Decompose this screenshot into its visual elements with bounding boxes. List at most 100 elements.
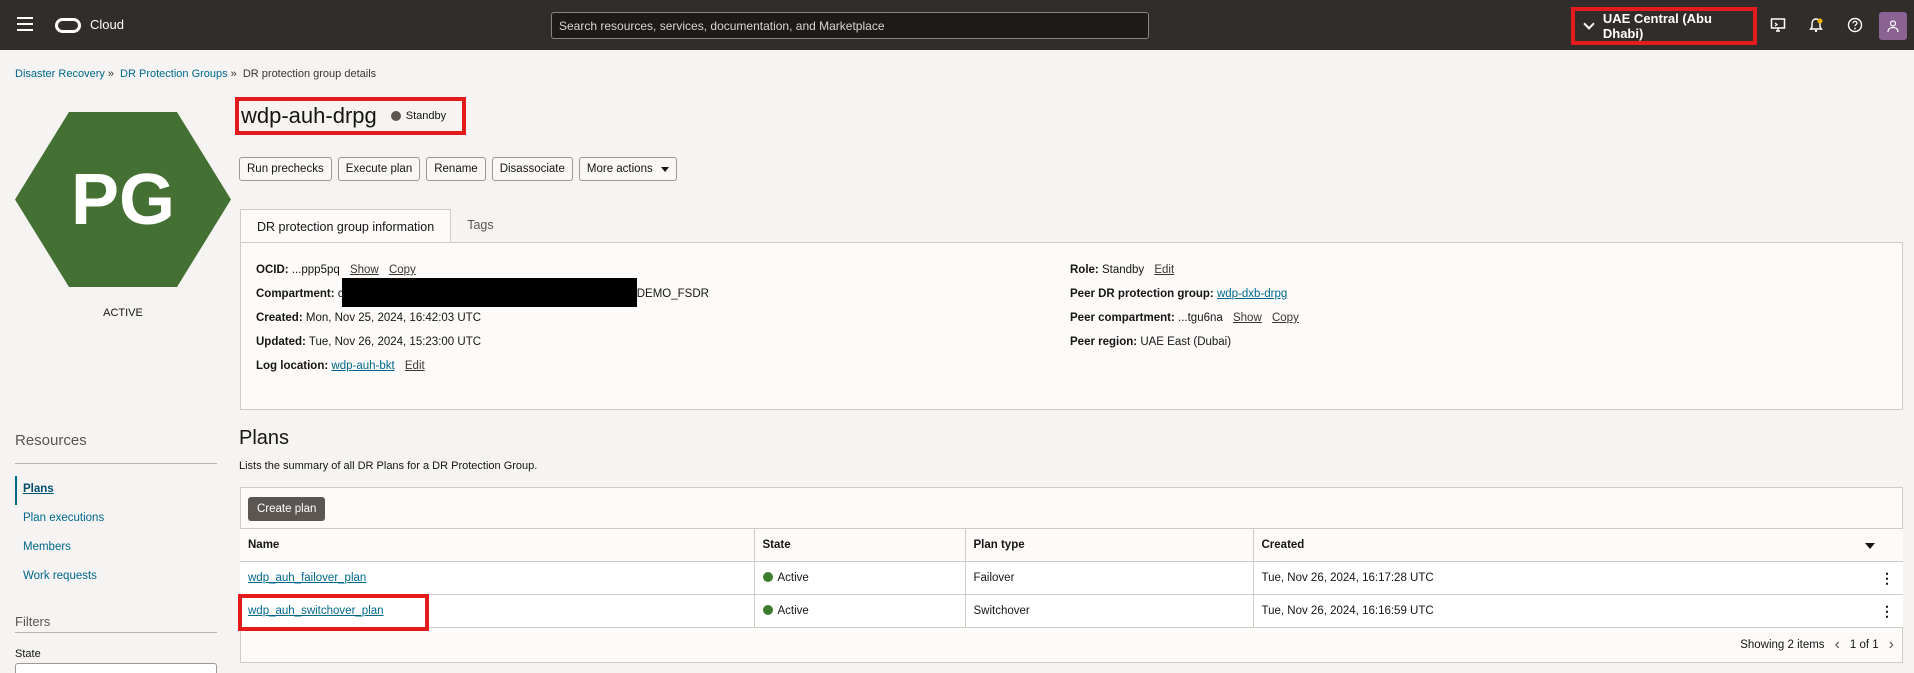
- region-selector[interactable]: UAE Central (Abu Dhabi): [1571, 7, 1757, 45]
- peer-compartment-copy-link[interactable]: Copy: [1272, 312, 1299, 324]
- role-value: Standby: [1101, 264, 1145, 276]
- previous-page-icon[interactable]: ‹: [1835, 636, 1840, 654]
- sidebar-item-work-requests[interactable]: Work requests: [15, 563, 104, 592]
- role-edit-link[interactable]: Edit: [1154, 264, 1174, 276]
- more-actions-button[interactable]: More actions: [578, 157, 677, 181]
- tab-tags[interactable]: Tags: [451, 208, 509, 242]
- status-dot-icon: [390, 111, 401, 121]
- next-page-icon[interactable]: ›: [1889, 636, 1894, 654]
- sidebar-item-plan-executions[interactable]: Plan executions: [15, 505, 104, 534]
- pagination: Showing 2 items ‹ 1 of 1 ›: [1740, 636, 1894, 654]
- tab-dr-protection-group-information[interactable]: DR protection group information: [240, 209, 452, 243]
- column-header-state[interactable]: State: [754, 528, 966, 562]
- run-prechecks-button[interactable]: Run prechecks: [239, 157, 332, 181]
- rename-button[interactable]: Rename: [426, 157, 486, 181]
- more-actions-label: More actions: [586, 163, 653, 175]
- log-location-row: Log location: wdp-auh-bkt Edit: [256, 360, 425, 372]
- plan-state: Active: [777, 572, 809, 584]
- breadcrumb-dr-protection-groups[interactable]: DR Protection Groups: [120, 68, 228, 80]
- info-panel: OCID: ...ppp5pq Show Copy Compartment: c…: [240, 242, 1903, 410]
- plans-heading: Plans: [239, 427, 290, 449]
- resources-heading: Resources: [15, 432, 87, 449]
- created-row: Created: Mon, Nov 25, 2024, 16:42:03 UTC: [256, 312, 481, 324]
- tab-bar: DR protection group information Tags: [240, 208, 510, 243]
- active-status-icon: [762, 572, 773, 582]
- peer-group-link[interactable]: wdp-dxb-drpg: [1217, 288, 1287, 300]
- help-icon[interactable]: [1847, 17, 1863, 33]
- plan-type: Switchover: [965, 594, 1254, 628]
- page-indicator: 1 of 1: [1849, 639, 1879, 651]
- filters-heading: Filters: [15, 614, 51, 629]
- brand-label[interactable]: Cloud: [90, 17, 124, 32]
- table-row: wdp_auh_failover_plan Active Failover Tu…: [240, 561, 1903, 595]
- user-icon[interactable]: [1879, 12, 1907, 40]
- column-header-plan-type[interactable]: Plan type: [965, 528, 1254, 562]
- row-actions-icon[interactable]: ⋮: [1880, 604, 1894, 618]
- compartment-label: Compartment:: [256, 288, 335, 300]
- plan-name-link[interactable]: wdp_auh_failover_plan: [248, 572, 366, 584]
- column-header-name[interactable]: Name: [240, 528, 755, 562]
- ocid-row: OCID: ...ppp5pq Show Copy: [256, 264, 416, 276]
- updated-value: Tue, Nov 26, 2024, 15:23:00 UTC: [308, 336, 482, 348]
- item-count: Showing 2 items: [1740, 639, 1825, 651]
- create-plan-button[interactable]: Create plan: [248, 497, 326, 521]
- table-row: wdp_auh_switchover_plan Active Switchove…: [240, 594, 1903, 628]
- status-badge-label: Standby: [405, 110, 447, 122]
- breadcrumb: Disaster Recovery» DR Protection Groups»…: [15, 68, 377, 80]
- ocid-show-link[interactable]: Show: [350, 264, 379, 276]
- log-location-edit-link[interactable]: Edit: [405, 360, 425, 372]
- log-location-link[interactable]: wdp-auh-bkt: [331, 360, 394, 372]
- role-row: Role: Standby Edit: [1070, 264, 1174, 276]
- column-header-created-label: Created: [1261, 539, 1305, 551]
- breadcrumb-disaster-recovery[interactable]: Disaster Recovery: [15, 68, 105, 80]
- lifecycle-state: ACTIVE: [103, 307, 143, 319]
- updated-label: Updated:: [256, 336, 306, 348]
- plans-description: Lists the summary of all DR Plans for a …: [239, 460, 538, 472]
- menu-icon[interactable]: [17, 17, 33, 31]
- created-label: Created:: [256, 312, 303, 324]
- updated-row: Updated: Tue, Nov 26, 2024, 15:23:00 UTC: [256, 336, 481, 348]
- oracle-logo-icon[interactable]: [55, 18, 81, 33]
- caret-down-icon: [660, 166, 669, 172]
- cloud-shell-icon[interactable]: [1770, 17, 1786, 33]
- role-label: Role:: [1070, 264, 1099, 276]
- bell-icon[interactable]: [1808, 17, 1824, 33]
- sort-caret-icon[interactable]: [1865, 543, 1875, 549]
- created-value: Mon, Nov 25, 2024, 16:42:03 UTC: [305, 312, 482, 324]
- peer-region-label: Peer region:: [1070, 336, 1138, 348]
- state-filter-select[interactable]: [15, 663, 217, 673]
- ocid-value: ...ppp5pq: [291, 264, 340, 276]
- state-filter-label: State: [15, 648, 41, 660]
- disassociate-button[interactable]: Disassociate: [491, 157, 573, 181]
- plan-created: Tue, Nov 26, 2024, 16:16:59 UTC: [1261, 605, 1434, 617]
- peer-group-label: Peer DR protection group:: [1070, 288, 1214, 300]
- plan-created: Tue, Nov 26, 2024, 16:17:28 UTC: [1261, 572, 1434, 584]
- divider: [15, 463, 217, 464]
- status-badge: Standby: [390, 110, 447, 122]
- chevron-down-icon: [1583, 18, 1595, 30]
- peer-compartment-row: Peer compartment: ...tgu6na Show Copy: [1070, 312, 1299, 324]
- action-bar: Run prechecks Execute plan Rename Disass…: [239, 157, 677, 181]
- peer-region-value: UAE East (Dubai): [1140, 336, 1232, 348]
- page-title: wdp-auh-drpg: [241, 103, 377, 128]
- execute-plan-button[interactable]: Execute plan: [337, 157, 421, 181]
- resources-nav: Plans Plan executions Members Work reque…: [15, 476, 104, 592]
- peer-region-row: Peer region: UAE East (Dubai): [1070, 336, 1231, 348]
- column-header-created[interactable]: Created: [1253, 528, 1903, 562]
- redaction-block: [342, 278, 637, 307]
- compartment-suffix: DEMO_FSDR: [636, 288, 709, 300]
- breadcrumb-current: DR protection group details: [242, 68, 377, 80]
- row-actions-icon[interactable]: ⋮: [1880, 571, 1894, 585]
- plans-table: Name State Plan type Created wdp_auh_fai…: [240, 528, 1903, 628]
- sidebar-item-members[interactable]: Members: [15, 534, 104, 563]
- plan-type: Failover: [965, 561, 1254, 595]
- search-input[interactable]: Search resources, services, documentatio…: [551, 12, 1149, 39]
- divider: [15, 632, 217, 633]
- peer-compartment-show-link[interactable]: Show: [1233, 312, 1262, 324]
- peer-compartment-label: Peer compartment:: [1070, 312, 1175, 324]
- plan-state: Active: [777, 605, 809, 617]
- ocid-label: OCID:: [256, 264, 289, 276]
- ocid-copy-link[interactable]: Copy: [389, 264, 416, 276]
- peer-group-row: Peer DR protection group: wdp-dxb-drpg: [1070, 288, 1287, 300]
- sidebar-item-plans[interactable]: Plans: [15, 476, 104, 505]
